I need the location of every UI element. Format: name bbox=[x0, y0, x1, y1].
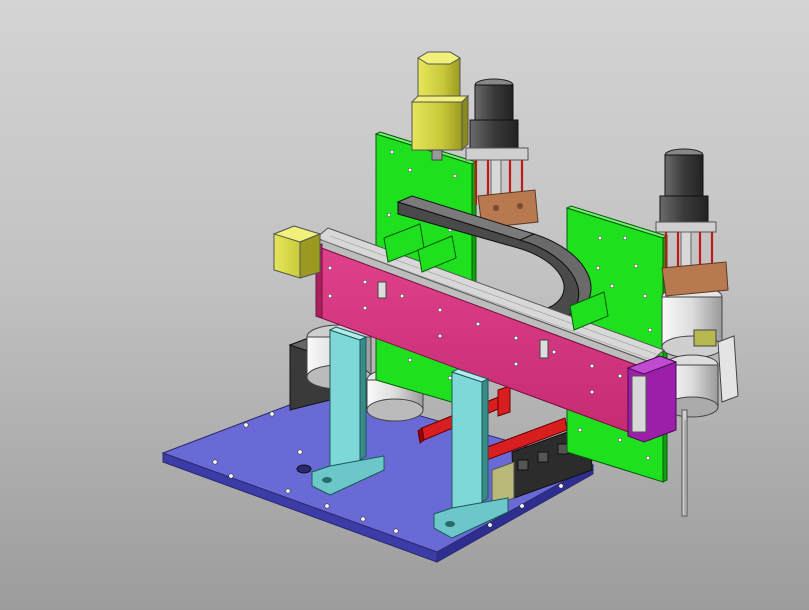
cad-viewport[interactable] bbox=[0, 0, 809, 610]
motor-yellow-side bbox=[272, 225, 322, 279]
motor-dark-center bbox=[465, 78, 539, 229]
motor-yellow-top bbox=[410, 51, 470, 161]
cad-model bbox=[161, 51, 739, 563]
motor-dark-right bbox=[655, 148, 729, 297]
